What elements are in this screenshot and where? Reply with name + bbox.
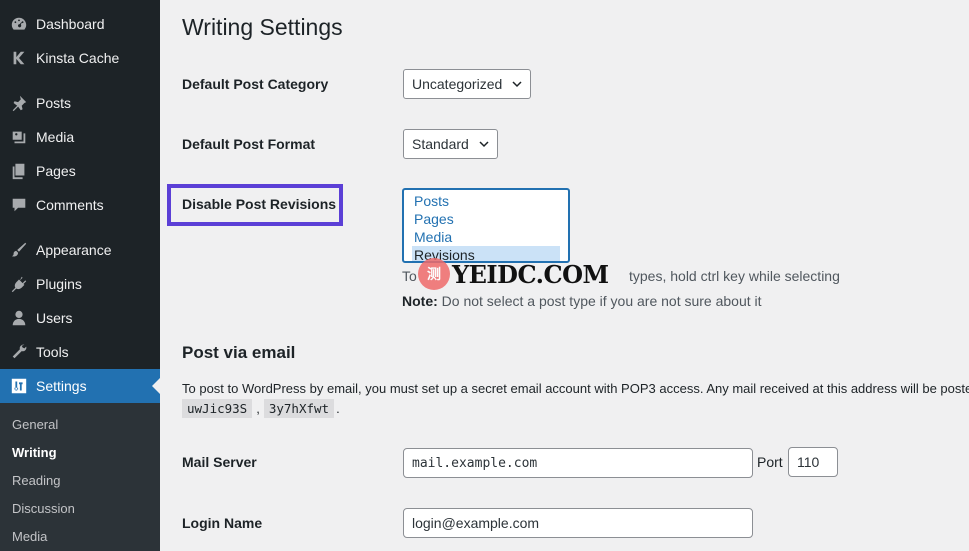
- default-category-select[interactable]: Uncategorized: [403, 69, 532, 99]
- menu-label: Users: [36, 310, 73, 326]
- help-prefix: To: [402, 268, 417, 284]
- menu-label: Plugins: [36, 276, 82, 292]
- menu-label: Tools: [36, 344, 69, 360]
- menu-item-tools[interactable]: Tools: [0, 335, 160, 369]
- menu-item-media[interactable]: Media: [0, 120, 160, 154]
- note-body: Do not select a post type if you are not…: [441, 293, 762, 309]
- menu-label: Dashboard: [36, 16, 105, 32]
- brush-icon: [0, 241, 36, 259]
- post-types-multiselect[interactable]: Posts Pages Media Revisions: [402, 188, 570, 263]
- menu-item-pages[interactable]: Pages: [0, 154, 160, 188]
- select-value: Standard: [412, 136, 469, 152]
- secret-code-2: 3y7hXfwt: [263, 399, 335, 418]
- note-label: Note:: [402, 293, 438, 309]
- default-format-label: Default Post Format: [182, 136, 316, 152]
- menu-item-dashboard[interactable]: Dashboard: [0, 7, 160, 41]
- menu-label: Pages: [36, 163, 76, 179]
- comment-icon: [0, 196, 36, 214]
- menu-label: Appearance: [36, 242, 112, 258]
- port-input[interactable]: 110: [788, 447, 838, 477]
- menu-item-posts[interactable]: Posts: [0, 86, 160, 120]
- dashboard-icon: [0, 15, 36, 33]
- code-separator: ,: [256, 401, 260, 416]
- media-icon: [0, 128, 36, 146]
- option-pages[interactable]: Pages: [412, 210, 560, 228]
- mail-server-label: Mail Server: [182, 454, 257, 470]
- user-icon: [0, 309, 36, 327]
- port-label: Port: [757, 454, 783, 470]
- menu-label: Posts: [36, 95, 72, 111]
- menu-item-comments[interactable]: Comments: [0, 188, 160, 222]
- wrench-icon: [0, 343, 36, 361]
- plugin-icon: [0, 275, 36, 293]
- note-text: Note: Do not select a post type if you a…: [402, 293, 762, 309]
- page-title: Writing Settings: [182, 14, 343, 40]
- select-value: Uncategorized: [412, 76, 503, 92]
- chevron-down-icon: [479, 141, 489, 148]
- input-value: login@example.com: [412, 515, 540, 531]
- login-name-label: Login Name: [182, 515, 263, 531]
- watermark-logo: 测 YEIDC.COM: [418, 258, 609, 290]
- submenu-item-media[interactable]: Media: [0, 522, 160, 550]
- port-value: 110: [797, 454, 820, 470]
- menu-label: Comments: [36, 197, 104, 213]
- option-posts[interactable]: Posts: [412, 192, 560, 210]
- pin-icon: [0, 94, 36, 112]
- pages-icon: [0, 162, 36, 180]
- menu-label: Settings: [36, 378, 87, 394]
- menu-label: Kinsta Cache: [36, 50, 120, 66]
- settings-main: Writing Settings Default Post Category U…: [160, 0, 969, 551]
- submenu-item-general[interactable]: General: [0, 410, 160, 438]
- menu-item-appearance[interactable]: Appearance: [0, 233, 160, 267]
- post-via-email-title: Post via email: [182, 343, 296, 362]
- multiselect-help: To: [402, 268, 417, 284]
- option-media[interactable]: Media: [412, 228, 560, 246]
- chevron-down-icon: [512, 81, 522, 88]
- menu-item-users[interactable]: Users: [0, 301, 160, 335]
- admin-sidebar: Dashboard Kinsta Cache Posts Media Pages…: [0, 0, 160, 551]
- watermark-text: YEIDC.COM: [452, 259, 609, 289]
- code-end: .: [336, 401, 340, 416]
- menu-item-plugins[interactable]: Plugins: [0, 267, 160, 301]
- secret-codes: uwJic93S , 3y7hXfwt .: [182, 399, 340, 418]
- mail-server-input[interactable]: mail.example.com: [403, 448, 753, 478]
- menu-item-kinsta-cache[interactable]: Kinsta Cache: [0, 41, 160, 75]
- submenu-item-reading[interactable]: Reading: [0, 466, 160, 494]
- watermark-glyph: 测: [418, 258, 450, 290]
- multiselect-help-suffix: types, hold ctrl key while selecting: [629, 268, 840, 284]
- submenu-item-writing[interactable]: Writing: [0, 438, 160, 466]
- secret-code-1: uwJic93S: [182, 399, 253, 418]
- help-suffix: types, hold ctrl key while selecting: [629, 268, 840, 284]
- login-name-input[interactable]: login@example.com: [403, 508, 753, 538]
- settings-sliders-icon: [0, 377, 36, 395]
- kinsta-k-icon: [0, 49, 36, 67]
- submenu-item-discussion[interactable]: Discussion: [0, 494, 160, 522]
- disable-revisions-label: Disable Post Revisions: [182, 196, 337, 212]
- menu-label: Media: [36, 129, 75, 145]
- settings-submenu: General Writing Reading Discussion Media: [0, 403, 160, 551]
- menu-item-settings[interactable]: Settings: [0, 369, 160, 403]
- post-via-email-description: To post to WordPress by email, you must …: [182, 381, 969, 396]
- current-menu-arrow: [152, 378, 160, 394]
- default-category-label: Default Post Category: [182, 76, 329, 92]
- default-format-select[interactable]: Standard: [403, 129, 498, 159]
- input-value: mail.example.com: [412, 455, 538, 471]
